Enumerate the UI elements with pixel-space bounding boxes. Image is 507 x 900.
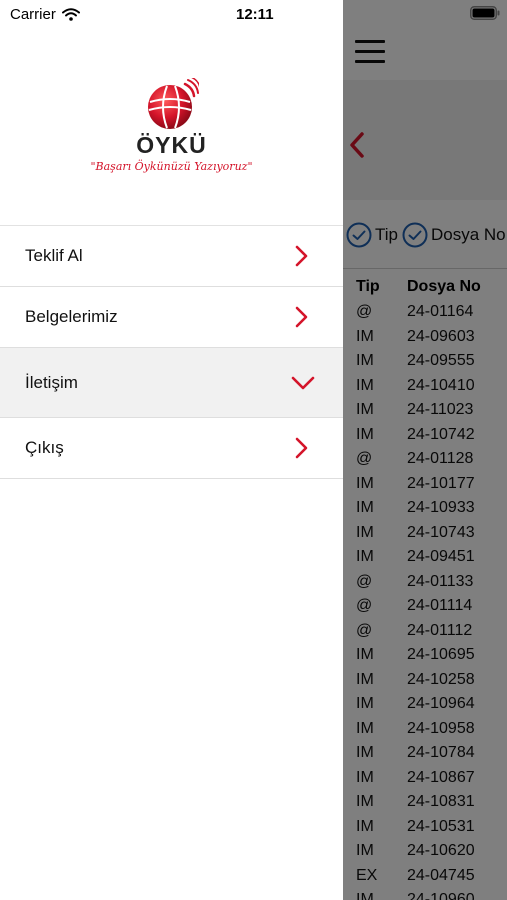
menu-item-iletisim[interactable]: İletişim [0, 348, 343, 418]
chevron-right-icon [295, 306, 308, 328]
logo-area: ÖYKÜ "Başarı Öykünüzü Yazıyoruz" [0, 30, 343, 226]
menu-item-label: İletişim [25, 372, 78, 392]
side-drawer: ÖYKÜ "Başarı Öykünüzü Yazıyoruz" Teklif … [0, 0, 343, 900]
carrier-label: Carrier [10, 6, 56, 23]
menu-item-belgelerimiz[interactable]: Belgelerimiz [0, 287, 343, 348]
globe-logo-icon [148, 78, 199, 129]
brand-slogan: "Başarı Öykünüzü Yazıyoruz" [90, 160, 253, 173]
carrier: Carrier [10, 6, 80, 23]
brand-logo-text: ÖYKÜ [136, 132, 207, 158]
battery-icon [470, 6, 500, 20]
menu-item-label: Çıkış [25, 438, 64, 457]
wifi-icon [61, 8, 80, 21]
menu-item-teklif-al[interactable]: Teklif Al [0, 226, 343, 287]
menu-item-label: Belgelerimiz [25, 307, 118, 326]
menu-item-label: Teklif Al [25, 246, 83, 265]
menu-item-cikis[interactable]: Çıkış [0, 418, 343, 479]
chevron-right-icon [295, 437, 308, 459]
chevron-right-icon [295, 245, 308, 267]
status-bar: Carrier 12:11 [0, 0, 507, 30]
chevron-down-icon [291, 376, 315, 389]
status-time: 12:11 [236, 6, 274, 23]
drawer-menu: Teklif Al Belgelerimiz İletişim Çıkış [0, 226, 343, 479]
